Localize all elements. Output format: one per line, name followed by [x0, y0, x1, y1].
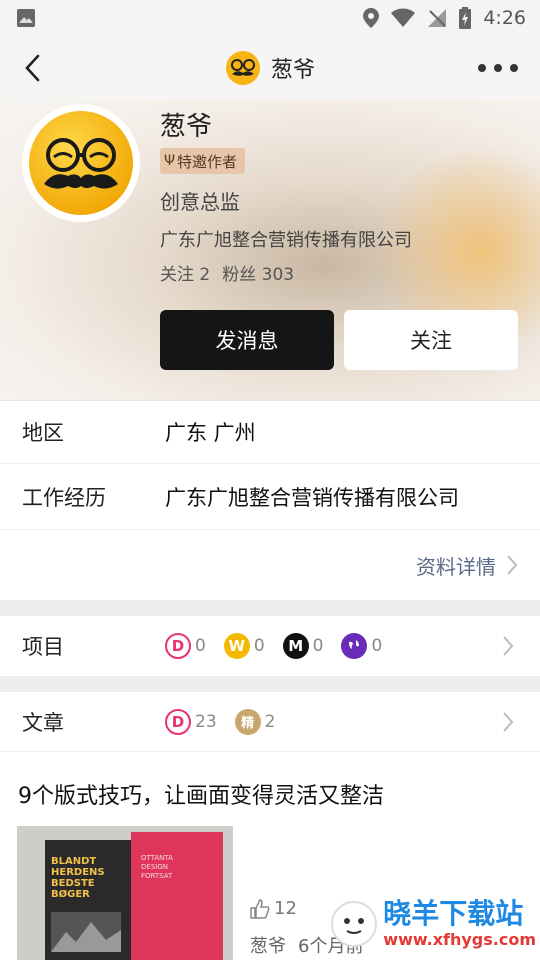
chevron-right-icon — [503, 711, 514, 732]
projects-stats: D 0 W 0 M 0 0 — [165, 633, 400, 659]
like-count[interactable]: 12 — [250, 898, 297, 919]
profile-name: 葱爷 — [160, 112, 213, 142]
chevron-right-icon — [507, 555, 518, 575]
articles-row[interactable]: 文章 D 23 精 2 — [0, 692, 540, 752]
site-watermark: 晓羊下载站 www.xfhygs.com — [329, 898, 536, 949]
project-stat: 0 — [341, 633, 382, 659]
nav-title: 葱爷 — [270, 58, 315, 83]
section-divider — [0, 676, 540, 692]
wifi-icon — [391, 8, 416, 28]
project-count: 0 — [253, 636, 265, 656]
book-photo-icon — [51, 912, 121, 952]
chevron-right-icon — [503, 636, 514, 656]
d-platform-icon: D — [165, 708, 191, 735]
project-count: 0 — [312, 636, 324, 656]
back-button[interactable] — [18, 52, 50, 84]
trident-icon: Ψ — [164, 153, 176, 169]
section-divider — [0, 600, 540, 616]
article-stat: D 23 — [165, 708, 217, 735]
image-notification-icon — [16, 8, 36, 28]
featured-icon: 精 — [234, 708, 261, 735]
company-name: 广东广旭整合营销传播有限公司 — [160, 230, 412, 251]
avatar-small — [225, 50, 261, 86]
top-nav-bar: 葱爷 — [0, 36, 540, 100]
battery-icon — [459, 7, 472, 29]
w-platform-icon: W — [223, 633, 250, 659]
thumbnail-text-right: OTTANTA DESIGN FORTSAT — [141, 854, 173, 880]
article-count: 23 — [195, 711, 217, 732]
m-platform-icon: M — [282, 633, 309, 659]
badge-label: 特邀作者 — [177, 152, 238, 171]
avatar[interactable] — [22, 104, 140, 222]
article-thumbnail[interactable]: BLANDT HERDENS BEDSTE BØGER OTTANTA DESI… — [17, 826, 233, 960]
article-stat: 精 2 — [234, 708, 276, 735]
profile-details-link[interactable]: 资料详情 — [416, 551, 518, 580]
status-time: 4:26 — [483, 7, 526, 29]
article-title[interactable]: 9个版式技巧，让画面变得灵活又整洁 — [18, 778, 384, 810]
region-label: 地区 — [22, 421, 64, 445]
job-title: 创意总监 — [160, 190, 240, 214]
project-stat: M 0 — [282, 633, 324, 659]
project-stat: D 0 — [165, 633, 206, 659]
more-options-button[interactable] — [478, 58, 518, 78]
profile-header: 葱爷 Ψ 特邀作者 创意总监 广东广旭整合营销传播有限公司 关注 2 粉丝 30… — [0, 100, 540, 400]
projects-row[interactable]: 项目 D 0 W 0 M 0 0 — [0, 616, 540, 676]
articles-stats: D 23 精 2 — [165, 708, 293, 735]
d-platform-icon: D — [165, 633, 191, 659]
more-dot-icon — [494, 64, 502, 72]
project-count: 0 — [371, 636, 383, 656]
mustache-face-icon — [29, 111, 133, 215]
send-message-button[interactable]: 发消息 — [160, 310, 334, 370]
work-history-row: 工作经历 广东广旭整合营销传播有限公司 — [0, 464, 540, 530]
chevron-left-icon — [25, 54, 40, 82]
no-signal-icon — [427, 8, 447, 28]
watermark-text-group: 晓羊下载站 www.xfhygs.com — [383, 897, 536, 950]
thumbs-up-icon — [250, 898, 270, 919]
globe-icon — [341, 633, 368, 659]
location-icon — [363, 8, 380, 28]
nav-title-group: 葱爷 — [225, 50, 315, 86]
watermark-text: 晓羊下载站 — [383, 897, 524, 930]
project-count: 0 — [195, 636, 206, 656]
work-history-value: 广东广旭整合营销传播有限公司 — [165, 485, 459, 510]
work-history-label: 工作经历 — [22, 485, 106, 510]
project-stat: W 0 — [223, 633, 265, 659]
more-dot-icon — [510, 64, 518, 72]
articles-label: 文章 — [22, 710, 64, 735]
projects-label: 项目 — [22, 635, 64, 659]
region-value: 广东 广州 — [165, 421, 256, 445]
status-bar: 4:26 — [0, 0, 540, 36]
follow-counts: 关注 2 粉丝 303 — [160, 260, 294, 285]
book-right-page — [131, 832, 223, 960]
region-row: 地区 广东 广州 — [0, 400, 540, 464]
follow-button[interactable]: 关注 — [344, 310, 518, 370]
thumbnail-text-left: BLANDT HERDENS BEDSTE BØGER — [51, 856, 105, 900]
following-count[interactable]: 关注 2 — [160, 260, 210, 285]
watermark-url: www.xfhygs.com — [383, 930, 536, 949]
like-count-value: 12 — [274, 898, 297, 919]
sheep-logo-icon — [331, 900, 378, 947]
detail-link-row: 资料详情 — [0, 530, 540, 600]
followers-count[interactable]: 粉丝 303 — [222, 260, 294, 285]
article-author: 葱爷 — [250, 936, 286, 957]
more-dot-icon — [478, 64, 486, 72]
article-count: 2 — [264, 711, 276, 732]
profile-details-label: 资料详情 — [416, 554, 496, 579]
invited-author-badge: Ψ 特邀作者 — [160, 148, 246, 174]
